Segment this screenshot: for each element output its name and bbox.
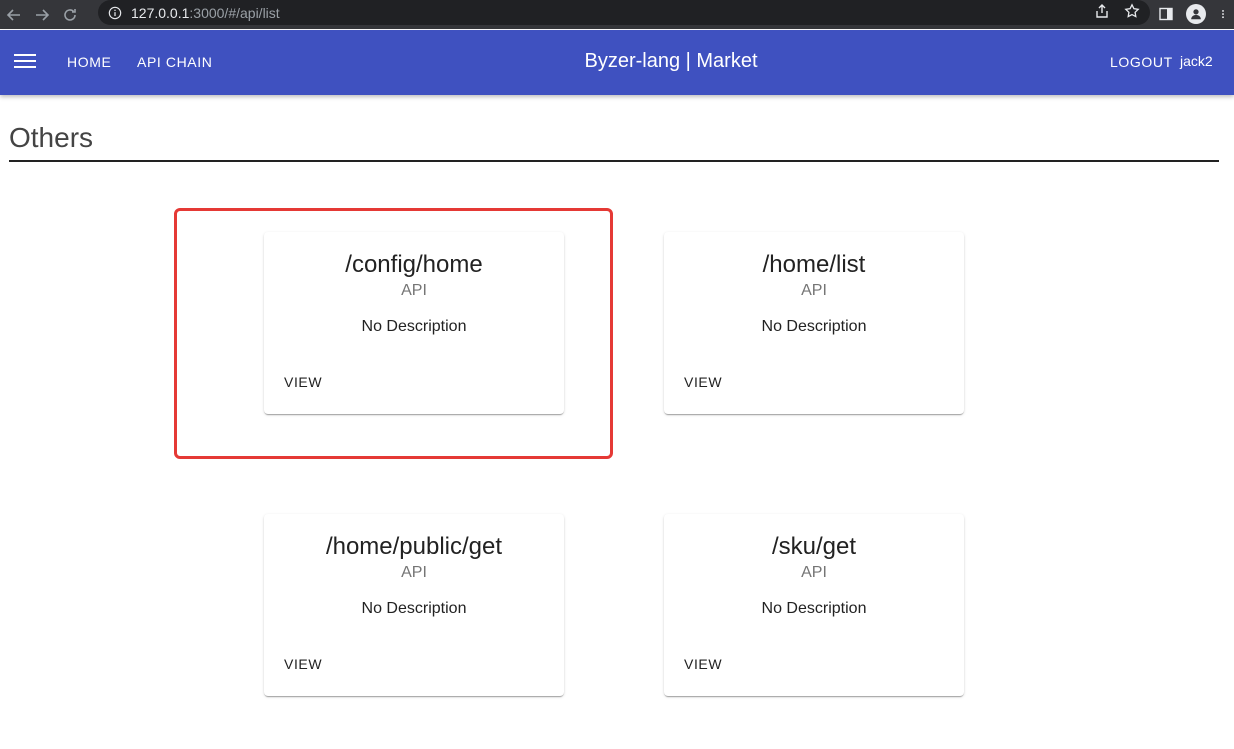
reload-button[interactable] bbox=[56, 0, 84, 29]
arrow-right-icon bbox=[36, 8, 50, 21]
profile-avatar[interactable] bbox=[1186, 4, 1206, 24]
side-panel-icon[interactable] bbox=[1158, 6, 1174, 22]
card-title: /home/public/get bbox=[325, 533, 503, 560]
share-icon[interactable] bbox=[1094, 3, 1110, 19]
card-type: API bbox=[401, 282, 427, 299]
api-card: /sku/get API No Description VIEW bbox=[664, 514, 964, 696]
app-title: Byzer-lang | Market bbox=[584, 50, 758, 72]
logout-button[interactable]: LOGOUT bbox=[1110, 54, 1173, 70]
view-button[interactable]: VIEW bbox=[676, 650, 730, 678]
app-bar: HOME API CHAIN Byzer-lang | Market LOGOU… bbox=[0, 30, 1234, 95]
bookmark-star-icon[interactable] bbox=[1124, 3, 1140, 19]
info-icon bbox=[108, 6, 122, 19]
app-title-wrap: Byzer-lang | Market bbox=[0, 50, 1234, 73]
section-title: Others bbox=[9, 122, 94, 153]
arrow-left-icon bbox=[6, 8, 20, 21]
back-button[interactable] bbox=[0, 0, 28, 29]
person-icon bbox=[1191, 9, 1201, 20]
reload-icon bbox=[64, 8, 76, 21]
address-bar[interactable]: 127.0.0.1:3000/#/api/list bbox=[98, 0, 1150, 25]
card-title: /config/home bbox=[345, 251, 483, 278]
section-divider bbox=[9, 160, 1219, 162]
card-description: No Description bbox=[361, 318, 467, 335]
view-button[interactable]: VIEW bbox=[676, 368, 730, 396]
forward-button[interactable] bbox=[28, 0, 56, 29]
browser-toolbar: 127.0.0.1:3000/#/api/list bbox=[0, 0, 1234, 29]
more-vert-icon[interactable] bbox=[1218, 6, 1228, 22]
api-card: /config/home API No Description VIEW bbox=[264, 232, 564, 414]
view-button[interactable]: VIEW bbox=[276, 368, 330, 396]
view-button[interactable]: VIEW bbox=[276, 650, 330, 678]
username: jack2 bbox=[1180, 53, 1213, 69]
api-card: /home/public/get API No Description VIEW bbox=[264, 514, 564, 696]
card-description: No Description bbox=[761, 600, 867, 617]
card-title: /sku/get bbox=[771, 533, 857, 560]
card-description: No Description bbox=[361, 600, 467, 617]
url-path: :3000/#/api/list bbox=[189, 4, 280, 21]
card-type: API bbox=[801, 282, 827, 299]
url-host: 127.0.0.1 bbox=[131, 4, 190, 21]
card-description: No Description bbox=[761, 318, 867, 335]
api-card: /home/list API No Description VIEW bbox=[664, 232, 964, 414]
card-type: API bbox=[801, 564, 827, 581]
card-type: API bbox=[401, 564, 427, 581]
card-title: /home/list bbox=[762, 251, 866, 278]
